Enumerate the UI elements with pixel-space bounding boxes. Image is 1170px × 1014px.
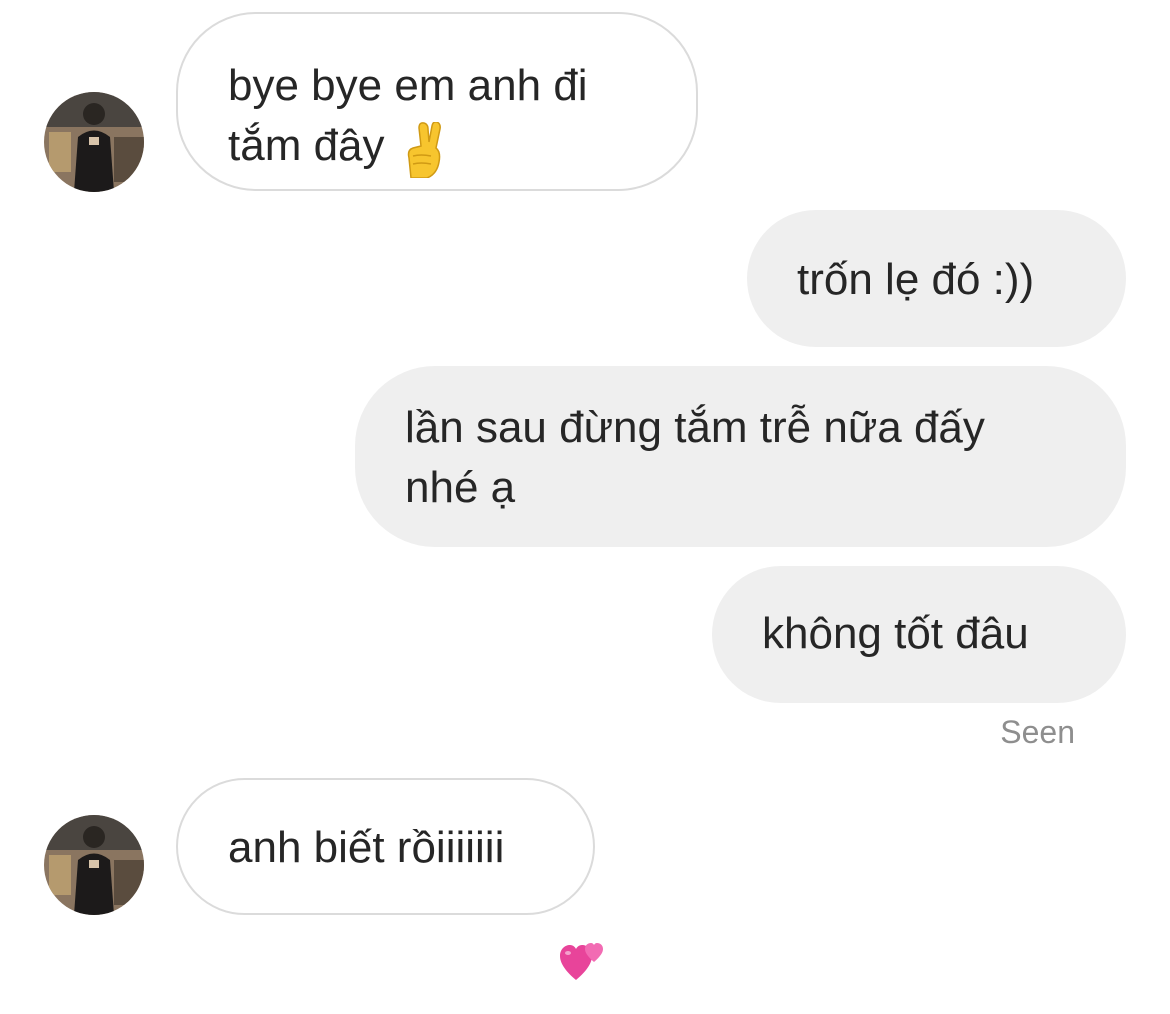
message-bubble-outgoing[interactable]: trốn lẹ đó :)) xyxy=(747,210,1126,347)
crossed-fingers-emoji-icon xyxy=(401,121,445,194)
sender-avatar[interactable] xyxy=(44,815,144,915)
message-text-line: tắm đây xyxy=(228,116,646,194)
seen-indicator: Seen xyxy=(1000,714,1075,750)
message-bubble-outgoing[interactable]: không tốt đâu xyxy=(712,566,1126,703)
message-text-line: anh biết rồiiiiiii xyxy=(228,823,505,872)
two-hearts-reaction-icon[interactable] xyxy=(560,940,606,987)
avatar-image xyxy=(44,92,144,192)
message-bubble-incoming[interactable]: bye bye em anh đi tắm đây xyxy=(176,12,698,191)
message-text-line: trốn lẹ đó :)) xyxy=(797,255,1035,304)
message-text-line: nhé ạ xyxy=(405,463,516,512)
message-bubble-incoming[interactable]: anh biết rồiiiiiii xyxy=(176,778,595,915)
message-text-line: không tốt đâu xyxy=(762,609,1029,658)
sender-avatar[interactable] xyxy=(44,92,144,192)
message-bubble-outgoing[interactable]: lần sau đừng tắm trễ nữa đấy nhé ạ xyxy=(355,366,1126,547)
message-text-line: bye bye em anh đi xyxy=(228,61,588,110)
avatar-image xyxy=(44,815,144,915)
message-text-line: lần sau đừng tắm trễ nữa đấy xyxy=(405,403,985,452)
